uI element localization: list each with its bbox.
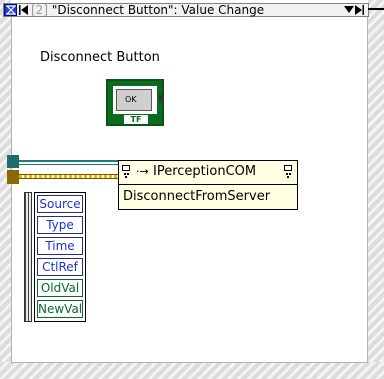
event-data-node[interactable]: Source Type Time CtlRef OldVal NewVal xyxy=(34,192,86,322)
case-index: [2] xyxy=(31,3,48,17)
invoke-arrow-icon: ·→ xyxy=(136,165,149,178)
refnum-wire-shadow xyxy=(19,164,121,165)
control-label: Disconnect Button xyxy=(40,50,160,65)
event-data-ctlref[interactable]: CtlRef xyxy=(37,258,83,276)
error-cluster-wire[interactable] xyxy=(19,174,121,179)
output-terminal-arrow-icon xyxy=(159,93,164,103)
boolean-type-badge: TF xyxy=(124,115,148,124)
structure-border-right xyxy=(368,0,384,379)
structure-border-bottom xyxy=(0,362,384,379)
structure-border-left xyxy=(0,0,11,379)
event-data-time[interactable]: Time xyxy=(37,237,83,255)
error-cluster-tunnel[interactable] xyxy=(7,170,19,184)
event-structure-hourglass-icon xyxy=(4,4,17,16)
event-data-type[interactable]: Type xyxy=(37,216,83,234)
previous-case-arrow-icon[interactable] xyxy=(19,5,29,15)
case-label: [2] "Disconnect Button": Value Change xyxy=(31,3,264,17)
ok-button-glyph: OK xyxy=(116,89,152,111)
invoke-node-header: ·→ IPerceptionCOM xyxy=(119,161,297,185)
invoke-node[interactable]: ·→ IPerceptionCOM DisconnectFromServer xyxy=(118,160,298,210)
frame-edge-bottom xyxy=(11,362,368,363)
case-event-name: "Disconnect Button": Value Change xyxy=(51,3,265,17)
event-data-node-handle[interactable] xyxy=(24,192,32,322)
frame-edge-left xyxy=(11,16,12,363)
reference-in-terminal-icon xyxy=(122,165,130,178)
refnum-wire[interactable] xyxy=(19,160,121,162)
boolean-terminal-face: OK xyxy=(112,85,158,115)
event-case-selector[interactable]: [2] "Disconnect Button": Value Change xyxy=(3,3,369,17)
event-data-source[interactable]: Source xyxy=(37,195,83,213)
reference-out-terminal-icon xyxy=(284,165,292,178)
next-case-arrow-icon[interactable] xyxy=(354,5,364,15)
invoke-method-name[interactable]: DisconnectFromServer xyxy=(123,189,270,204)
ok-button-text: OK xyxy=(125,95,137,104)
invoke-class-name: IPerceptionCOM xyxy=(153,164,257,179)
frame-edge-right xyxy=(367,16,368,363)
selector-wire-stub xyxy=(368,8,384,10)
case-dropdown-arrow-icon[interactable] xyxy=(344,6,354,14)
event-data-newval[interactable]: NewVal xyxy=(37,300,83,318)
refnum-tunnel[interactable] xyxy=(7,155,19,168)
event-data-oldval[interactable]: OldVal xyxy=(37,279,83,297)
boolean-terminal[interactable]: OK TF xyxy=(106,79,164,126)
